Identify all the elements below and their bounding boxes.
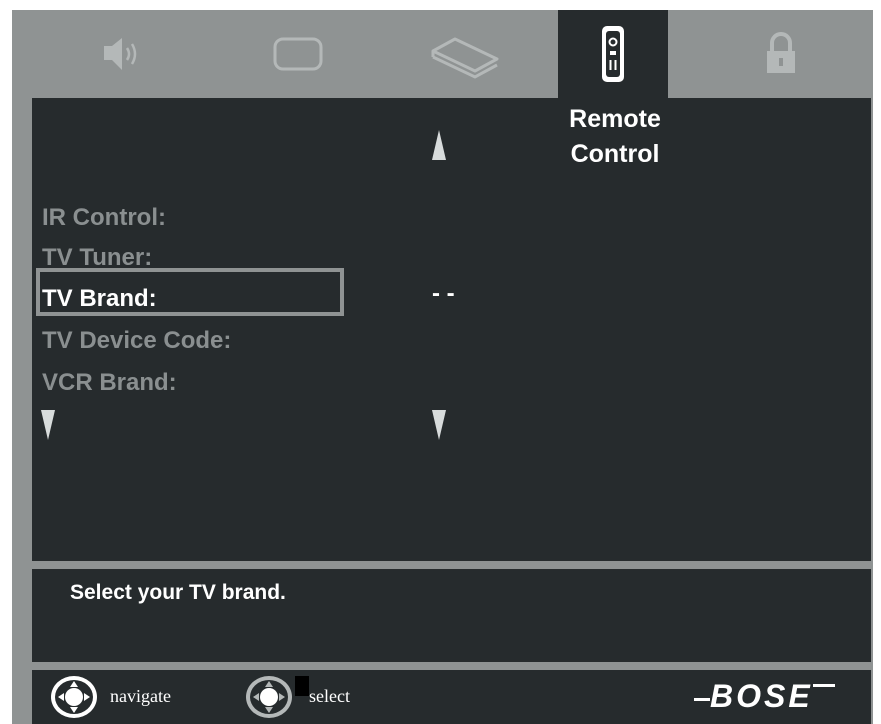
menu-panel: IR Control: TV Tuner: TV Brand: - - TV D…: [32, 98, 871, 561]
speaker-icon: [104, 38, 137, 70]
scroll-down-right-icon[interactable]: [432, 410, 446, 440]
logo-stroke-right: [812, 684, 835, 687]
help-panel: Select your TV brand.: [32, 569, 871, 662]
source-device-icon: [431, 37, 499, 79]
menu-item-tv-device-code[interactable]: TV Device Code:: [42, 326, 231, 356]
navigate-hint: navigate: [110, 686, 171, 706]
help-text: Select your TV brand.: [70, 581, 286, 604]
menu-item-ir-control[interactable]: IR Control:: [42, 203, 166, 233]
scroll-up-icon[interactable]: [432, 130, 446, 160]
settings-screen: IR Control: TV Tuner: TV Brand: - - TV D…: [12, 10, 873, 724]
active-tab-label-text: Remote Control: [569, 105, 661, 168]
tv-brand-value[interactable]: - -: [432, 280, 455, 308]
bose-logo: BOSE: [694, 676, 835, 716]
logo-text: BOSE: [710, 678, 813, 714]
footer-bar: navigate select BOSE: [32, 670, 871, 724]
tv-screen-icon: [273, 37, 323, 71]
tab-video[interactable]: [243, 10, 353, 98]
menu-item-tv-brand[interactable]: TV Brand:: [42, 284, 157, 314]
select-pad-icon: [246, 676, 292, 718]
remote-control-icon: [602, 26, 624, 82]
active-tab-label: Remote Control: [553, 102, 677, 172]
navigate-pad-icon: [51, 676, 97, 718]
tab-sources[interactable]: [410, 10, 520, 98]
tab-audio[interactable]: [69, 10, 179, 98]
lock-icon: [767, 32, 795, 73]
scroll-down-left-icon[interactable]: [41, 410, 55, 440]
logo-stroke-left: [694, 698, 710, 701]
select-hint: select: [309, 686, 350, 706]
menu-item-vcr-brand[interactable]: VCR Brand:: [42, 368, 177, 398]
tab-remote-control[interactable]: [558, 10, 668, 98]
tab-lock[interactable]: [726, 10, 836, 98]
cursor-block: [295, 676, 309, 696]
